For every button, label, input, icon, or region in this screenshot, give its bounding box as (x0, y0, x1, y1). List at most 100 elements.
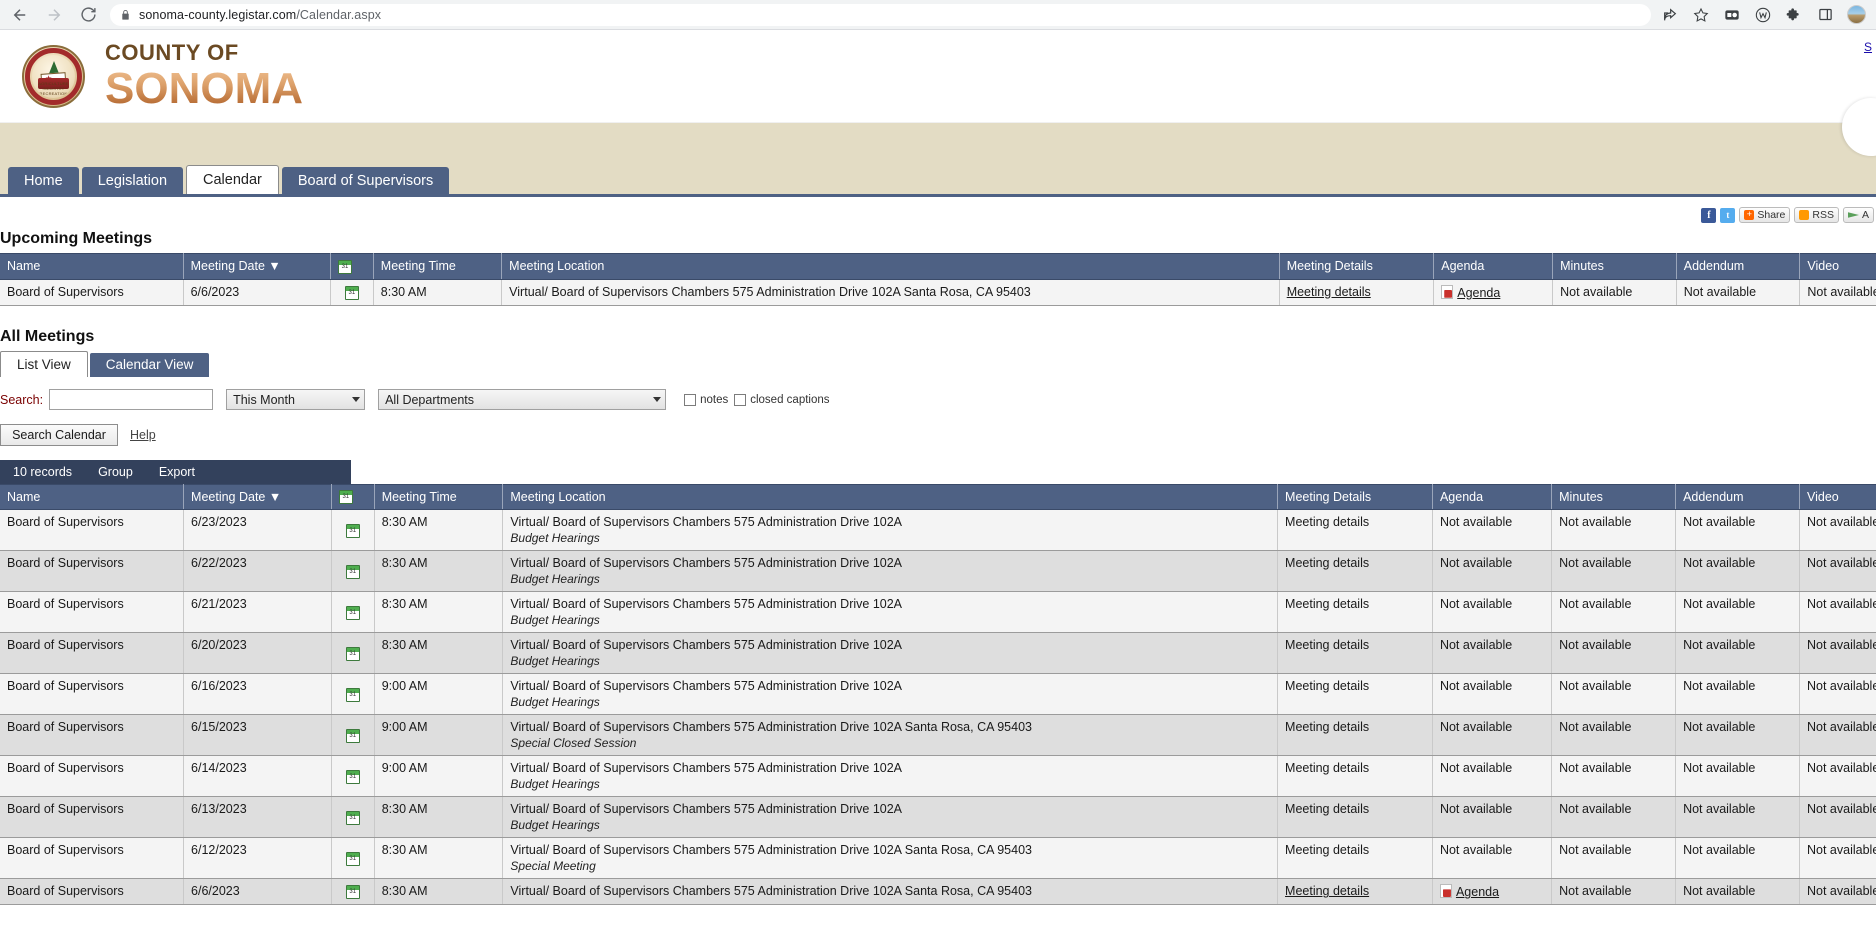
cell-location: Virtual/ Board of Supervisors Chambers 5… (503, 715, 1278, 756)
upcoming-col-meeting-date[interactable]: Meeting Date ▼ (183, 254, 330, 280)
profile-avatar-icon[interactable] (1847, 5, 1866, 24)
table-row[interactable]: Board of Supervisors6/21/20238:30 AMVirt… (0, 592, 1876, 633)
cell-calendar-link[interactable] (330, 279, 373, 305)
cell-calendar-link[interactable] (331, 551, 374, 592)
upcoming-col-video[interactable]: Video (1800, 254, 1876, 280)
cell-calendar-link[interactable] (331, 797, 374, 838)
address-bar[interactable]: sonoma-county.legistar.com/Calendar.aspx (110, 4, 1651, 26)
table-row[interactable]: Board of Supervisors6/6/20238:30 AMVirtu… (0, 879, 1876, 905)
cell-meeting-details[interactable]: Meeting details (1278, 879, 1433, 905)
upcoming-col-meeting-location[interactable]: Meeting Location (502, 254, 1280, 280)
extension-video-icon[interactable] (1723, 6, 1741, 24)
col-video[interactable]: Video (1800, 484, 1876, 510)
upcoming-col-name[interactable]: Name (0, 254, 183, 280)
nav-tab-calendar[interactable]: Calendar (186, 165, 279, 194)
meeting-details-link[interactable]: Meeting details (1287, 285, 1371, 299)
share-icon[interactable] (1661, 6, 1679, 24)
table-row[interactable]: Board of Supervisors6/16/20239:00 AMVirt… (0, 674, 1876, 715)
alerts-button[interactable]: A (1843, 207, 1874, 223)
agenda-link[interactable]: Agenda (1456, 885, 1499, 899)
cell-meeting-details: Meeting details (1278, 551, 1433, 592)
nav-tab-board-of-supervisors[interactable]: Board of Supervisors (282, 167, 449, 194)
table-row[interactable]: Board of Supervisors6/20/20238:30 AMVirt… (0, 633, 1876, 674)
calendar-icon (346, 565, 360, 579)
department-select[interactable]: All Departments (378, 389, 666, 410)
cell-calendar-link[interactable] (331, 592, 374, 633)
cell-calendar-link[interactable] (331, 838, 374, 879)
cell-location: Virtual/ Board of Supervisors Chambers 5… (502, 279, 1280, 305)
period-select[interactable]: This Month (226, 389, 365, 410)
reload-icon[interactable] (78, 5, 98, 25)
notes-checkbox[interactable] (684, 394, 696, 406)
col-addendum[interactable]: Addendum (1676, 484, 1800, 510)
search-calendar-button[interactable]: Search Calendar (0, 424, 118, 446)
col-agenda[interactable]: Agenda (1432, 484, 1551, 510)
upcoming-col-agenda[interactable]: Agenda (1434, 254, 1553, 280)
location-main: Virtual/ Board of Supervisors Chambers 5… (510, 720, 1032, 734)
cell-meeting-details[interactable]: Meeting details (1279, 279, 1434, 305)
upcoming-col-minutes[interactable]: Minutes (1553, 254, 1677, 280)
tab-calendar-view[interactable]: Calendar View (90, 353, 210, 377)
nav-tab-legislation[interactable]: Legislation (82, 167, 183, 194)
notes-checkbox-group[interactable]: notes (684, 394, 728, 406)
cell-calendar-link[interactable] (331, 510, 374, 551)
col-name[interactable]: Name (0, 484, 184, 510)
agenda-link[interactable]: Agenda (1457, 286, 1500, 300)
col-calendar[interactable] (331, 484, 374, 510)
table-row[interactable]: Board of Supervisors6/12/20238:30 AMVirt… (0, 838, 1876, 879)
calendar-icon (338, 260, 352, 274)
cell-calendar-link[interactable] (331, 715, 374, 756)
upcoming-table-header-row: Name Meeting Date ▼ Meeting Time Meeting… (0, 254, 1876, 280)
col-minutes[interactable]: Minutes (1552, 484, 1676, 510)
facebook-icon[interactable]: f (1701, 208, 1716, 223)
export-button[interactable]: Export (146, 465, 208, 479)
cell-meeting-details: Meeting details (1278, 633, 1433, 674)
puzzle-extensions-icon[interactable] (1785, 6, 1803, 24)
search-label: Search: (0, 393, 43, 407)
table-row[interactable]: Board of Supervisors6/23/20238:30 AMVirt… (0, 510, 1876, 551)
meeting-details-link[interactable]: Meeting details (1285, 884, 1369, 898)
cell-agenda[interactable]: Agenda (1432, 879, 1551, 905)
tab-list-view-label: List View (17, 357, 71, 372)
cell-calendar-link[interactable] (331, 879, 374, 905)
group-button[interactable]: Group (85, 465, 146, 479)
cell-agenda[interactable]: Agenda (1434, 279, 1553, 305)
help-link[interactable]: Help (130, 428, 156, 442)
period-select-value: This Month (233, 393, 295, 407)
location-main: Virtual/ Board of Supervisors Chambers 5… (510, 638, 902, 652)
table-row[interactable]: Board of Supervisors6/14/20239:00 AMVirt… (0, 756, 1876, 797)
extension-w-icon[interactable] (1754, 6, 1772, 24)
nav-tab-home[interactable]: Home (8, 167, 79, 194)
upcoming-col-meeting-time[interactable]: Meeting Time (373, 254, 501, 280)
location-subtitle: Budget Hearings (510, 777, 1270, 791)
sign-in-link[interactable]: S (1864, 40, 1872, 54)
tab-list-view[interactable]: List View (0, 351, 88, 377)
cell-location: Virtual/ Board of Supervisors Chambers 5… (503, 633, 1278, 674)
closed-captions-checkbox[interactable] (734, 394, 746, 406)
col-meeting-time[interactable]: Meeting Time (374, 484, 503, 510)
col-meeting-details[interactable]: Meeting Details (1278, 484, 1433, 510)
col-meeting-date[interactable]: Meeting Date ▼ (184, 484, 332, 510)
table-row[interactable]: Board of Supervisors6/15/20239:00 AMVirt… (0, 715, 1876, 756)
nav-tab-board-label: Board of Supervisors (298, 173, 433, 189)
share-button[interactable]: +Share (1739, 207, 1790, 223)
cell-calendar-link[interactable] (331, 633, 374, 674)
side-panel-icon[interactable] (1816, 6, 1834, 24)
upcoming-col-calendar[interactable] (330, 254, 373, 280)
back-arrow-icon[interactable] (10, 5, 30, 25)
star-icon[interactable] (1692, 6, 1710, 24)
cell-addendum: Not available (1676, 551, 1800, 592)
table-row[interactable]: Board of Supervisors 6/6/2023 8:30 AM Vi… (0, 279, 1876, 305)
cell-calendar-link[interactable] (331, 756, 374, 797)
twitter-icon[interactable]: t (1720, 208, 1735, 223)
table-row[interactable]: Board of Supervisors6/22/20238:30 AMVirt… (0, 551, 1876, 592)
upcoming-col-addendum[interactable]: Addendum (1676, 254, 1800, 280)
rss-button[interactable]: RSS (1794, 207, 1839, 223)
closed-captions-checkbox-group[interactable]: closed captions (734, 394, 829, 406)
forward-arrow-icon[interactable] (44, 5, 64, 25)
cell-calendar-link[interactable] (331, 674, 374, 715)
table-row[interactable]: Board of Supervisors6/13/20238:30 AMVirt… (0, 797, 1876, 838)
upcoming-col-meeting-details[interactable]: Meeting Details (1279, 254, 1434, 280)
search-input[interactable] (49, 389, 213, 410)
col-meeting-location[interactable]: Meeting Location (503, 484, 1278, 510)
